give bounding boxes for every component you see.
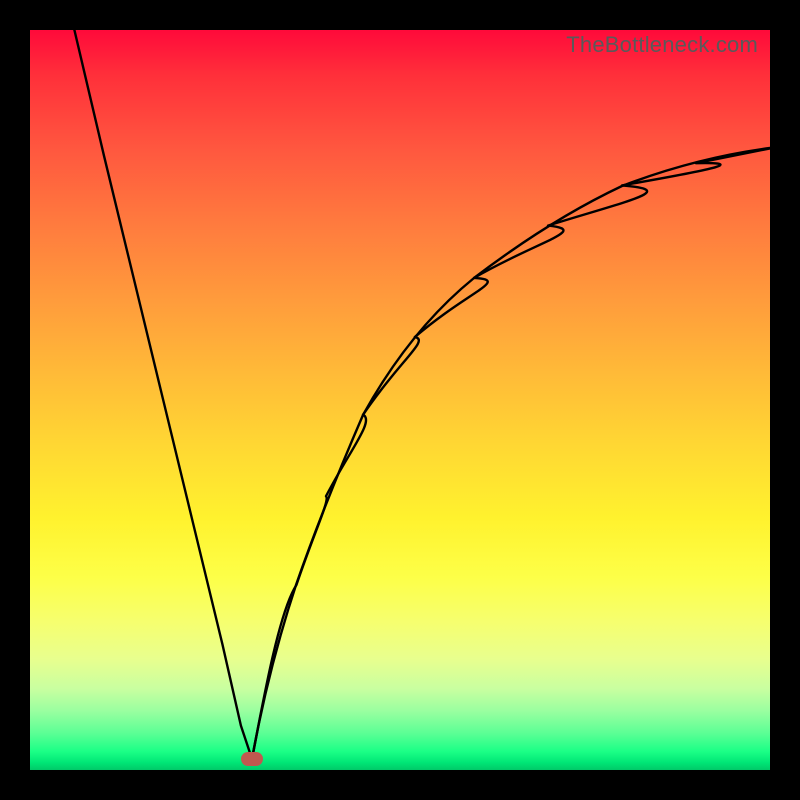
curve-right-branch-smooth — [252, 148, 770, 759]
bottleneck-curve — [30, 30, 770, 770]
chart-frame: TheBottleneck.com — [0, 0, 800, 800]
chart-plot-area: TheBottleneck.com — [30, 30, 770, 770]
optimum-marker — [241, 752, 263, 766]
curve-left-branch — [74, 30, 252, 759]
curve-right-branch — [252, 148, 770, 759]
